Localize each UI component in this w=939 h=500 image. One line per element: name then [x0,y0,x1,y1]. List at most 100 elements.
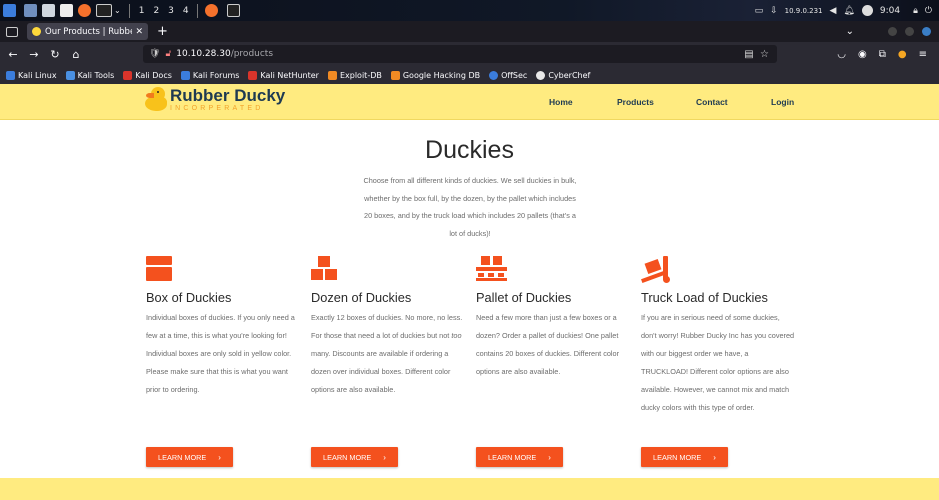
nav-products[interactable]: Products [617,97,654,107]
product-dozen: Dozen of Duckies Exactly 12 boxes of duc… [311,256,466,399]
chevron-right-icon: › [218,452,221,462]
url-path: /products [230,49,274,59]
product-description: Individual boxes of duckies. If you only… [146,313,295,395]
tab-title: Our Products | Rubber Du [45,26,132,37]
maximize-icon[interactable] [905,27,914,36]
product-description: Exactly 12 boxes of duckies. No more, no… [311,313,463,395]
vpn-icon[interactable]: ⇩ [770,6,778,16]
url-host: 10.10.28.30 [176,49,231,59]
back-arrow-icon[interactable]: ← [4,48,22,61]
chevron-down-icon[interactable]: ⌄ [114,6,121,15]
product-title: Dozen of Duckies [311,290,412,305]
bookmark-offsec[interactable]: OffSec [489,70,527,80]
bookmark-google-hacking-db[interactable]: Google Hacking DB [390,70,480,80]
dolly-icon [641,256,796,283]
list-tabs-chevron-icon[interactable]: ⌄ [846,26,854,37]
file-manager-icon[interactable] [42,4,55,17]
nav-login[interactable]: Login [771,97,794,107]
product-title: Box of Duckies [146,290,232,305]
bookmark-cyberchef[interactable]: CyberChef [536,70,590,80]
ip-address: 10.9.0.231 [784,6,823,15]
site-header: Rubber Ducky INCORPERATED Home Products … [0,84,939,120]
page-title: Duckies [425,136,514,164]
learn-more-dozen-button[interactable]: LEARN MORE › [311,447,398,467]
clock: 9:04 [879,5,901,16]
bookmarks-bar: Kali Linux Kali Tools Kali Docs Kali For… [0,66,939,84]
logo-subtitle: INCORPERATED [170,105,264,112]
boxes-icon [311,256,466,282]
pallet-icon [476,256,631,282]
bookmark-kali-forums[interactable]: Kali Forums [180,70,239,80]
exploit-db-icon [327,70,337,80]
url-bar[interactable]: 🛡︎ 🔓︎ 10.10.28.30/products ▤ ☆ [143,45,777,63]
logout-icon[interactable]: ⏻ [925,6,932,16]
text-editor-icon[interactable] [60,4,73,17]
reload-icon[interactable]: ↻ [46,48,64,61]
box-icon [146,256,301,282]
product-pallet: Pallet of Duckies Need a few more than j… [476,256,631,381]
cyberchef-icon [536,70,546,80]
terminal-window-icon[interactable] [226,4,240,17]
product-description: If you are in serious need of some ducki… [641,313,795,413]
chevron-right-icon: › [548,452,551,462]
bookmark-exploit-db[interactable]: Exploit-DB [327,70,382,80]
nav-contact[interactable]: Contact [696,97,728,107]
workspace-4[interactable]: 4 [183,6,189,16]
power-indicator-icon[interactable] [861,5,873,16]
desktop-icon[interactable] [24,4,37,17]
rubber-duck-logo-icon [145,87,167,113]
kali-docs-icon [123,70,133,80]
lock-icon[interactable]: 🔒︎ [913,6,918,16]
account-icon[interactable]: ◉ [858,49,867,60]
product-truck-load: Truck Load of Duckies If you are in seri… [641,256,796,418]
display-icon[interactable]: ▭ [755,6,764,16]
nethunter-icon [248,70,258,80]
browser-navbar: ← → ↻ ⌂ 🛡︎ 🔓︎ 10.10.28.30/products ▤ ☆ ◡… [0,42,939,66]
menu-hamburger-icon[interactable]: ≡ [919,49,927,60]
workspace-3[interactable]: 3 [168,6,174,16]
firefox-icon[interactable] [78,4,91,17]
volume-icon[interactable]: ◀ [830,6,837,16]
pocket-icon[interactable]: ◡ [837,49,846,60]
close-window-icon[interactable] [922,27,931,36]
insecure-lock-icon[interactable]: 🔓︎ [165,49,171,59]
workspace-2[interactable]: 2 [153,6,159,16]
ghdb-icon [390,70,400,80]
firefox-window-icon[interactable] [204,4,218,17]
product-title: Truck Load of Duckies [641,290,768,305]
bookmark-kali-nethunter[interactable]: Kali NetHunter [248,70,319,80]
kali-dragon-icon [6,70,15,80]
forward-arrow-icon[interactable]: → [25,48,43,61]
learn-more-truck-button[interactable]: LEARN MORE › [641,447,728,467]
logo-name: Rubber Ducky [170,86,286,105]
bookmark-star-icon[interactable]: ☆ [760,49,769,60]
bookmark-kali-linux[interactable]: Kali Linux [6,70,57,80]
extension-fox-icon[interactable]: ● [898,49,907,60]
kali-menu-icon[interactable] [3,4,16,17]
learn-more-box-button[interactable]: LEARN MORE › [146,447,233,467]
kali-tools-icon [65,70,75,80]
new-tab-icon[interactable]: + [157,24,168,39]
tab-close-icon[interactable]: ✕ [135,27,143,37]
tab-our-products[interactable]: Our Products | Rubber Du ✕ [27,23,148,40]
bookmark-kali-docs[interactable]: Kali Docs [123,70,172,80]
chevron-right-icon: › [713,452,716,462]
product-description: Need a few more than just a few boxes or… [476,313,620,377]
home-icon[interactable]: ⌂ [67,48,85,61]
notification-bell-icon[interactable]: 🔔︎ [843,6,854,16]
site-logo[interactable]: Rubber Ducky INCORPERATED [145,87,285,113]
tracking-shield-icon[interactable]: 🛡︎ [149,49,160,59]
offsec-icon [489,70,499,80]
tab-overview-icon[interactable] [6,26,18,37]
extensions-icon[interactable]: ⧉ [879,49,886,60]
learn-more-pallet-button[interactable]: LEARN MORE › [476,447,563,467]
bookmark-kali-tools[interactable]: Kali Tools [65,70,114,80]
reader-view-icon[interactable]: ▤ [744,49,753,60]
os-taskbar: ⌄ 1 2 3 4 ▭ ⇩ 10.9.0.231 ◀ 🔔︎ 9:04 🔒︎ ⏻ [0,0,939,21]
workspace-1[interactable]: 1 [139,6,145,16]
minimize-icon[interactable] [888,27,897,36]
product-box: Box of Duckies Individual boxes of ducki… [146,256,301,399]
site-footer [0,478,939,500]
terminal-icon[interactable] [96,4,112,17]
nav-home[interactable]: Home [549,97,573,107]
